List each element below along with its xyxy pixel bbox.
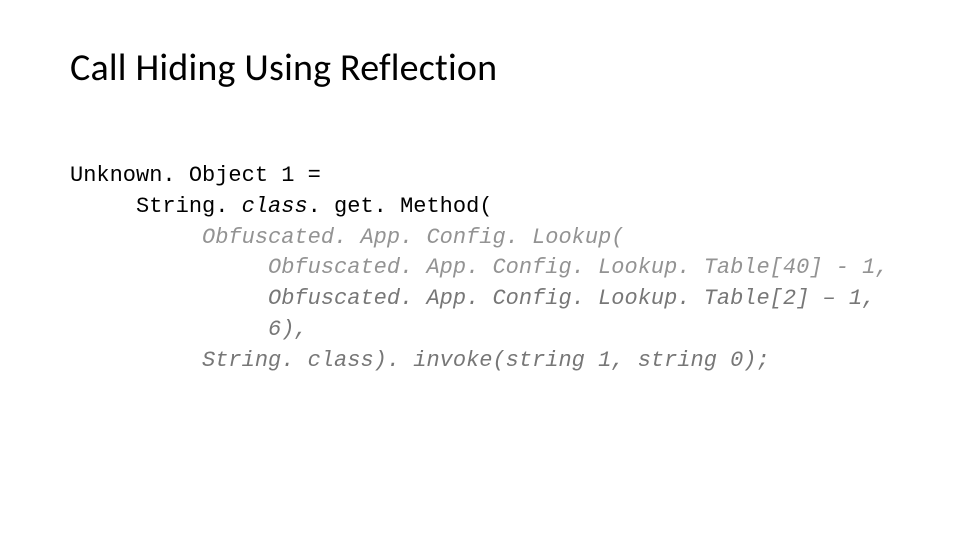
- code-line-4: Obfuscated. App. Config. Lookup. Table[4…: [70, 255, 889, 280]
- code-line-2c: . get. Method(: [308, 194, 493, 219]
- code-line-5: Obfuscated. App. Config. Lookup. Table[2…: [70, 286, 875, 311]
- code-block: Unknown. Object 1 = String. class. get. …: [70, 161, 920, 377]
- code-line-2a: String.: [70, 194, 242, 219]
- code-line-7: String. class). invoke(string 1, string …: [70, 348, 770, 373]
- code-line-1: Unknown. Object 1 =: [70, 163, 321, 188]
- code-line-6: 6),: [70, 317, 308, 342]
- slide: Call Hiding Using Reflection Unknown. Ob…: [0, 0, 960, 540]
- code-line-2b: class: [242, 194, 308, 219]
- code-line-3: Obfuscated. App. Config. Lookup(: [70, 225, 625, 250]
- page-title: Call Hiding Using Reflection: [70, 45, 920, 91]
